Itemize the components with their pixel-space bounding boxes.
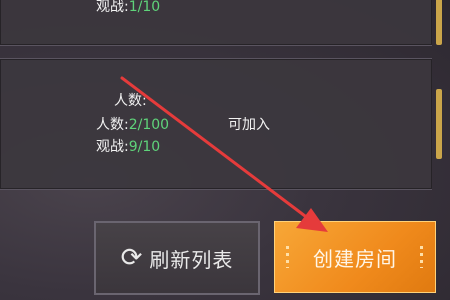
room-card-accent	[436, 0, 442, 45]
room-1-spectators-value: 1/10	[128, 0, 161, 15]
room-card-2[interactable]	[0, 58, 442, 190]
room-2-header-label: 人数:	[114, 93, 147, 109]
room-2-players-value: 2/100	[128, 117, 170, 133]
create-button-decoration-left	[286, 246, 289, 268]
room-card-accent	[436, 89, 442, 159]
room-1-spectators-label: 观战:	[96, 0, 129, 15]
create-room-label: 创建房间	[313, 246, 397, 271]
room-2-spectators-label: 观战:	[96, 139, 129, 155]
room-2-spectators-value: 9/10	[128, 139, 161, 155]
room-2-status: 可加入	[228, 117, 270, 133]
room-2-players: 人数:2/100	[96, 114, 169, 134]
room-card-1[interactable]	[0, 0, 442, 46]
refresh-icon: ⟳	[120, 243, 144, 273]
create-button-decoration-right	[420, 246, 423, 268]
room-2-players-label: 人数:	[96, 117, 129, 133]
room-1-spectators: 观战:1/10	[96, 0, 160, 16]
refresh-list-button[interactable]: ⟳ 刷新列表	[94, 221, 260, 295]
create-room-button[interactable]: 创建房间	[274, 221, 436, 293]
room-2-spectators: 观战:9/10	[96, 136, 160, 156]
refresh-list-label: 刷新列表	[149, 247, 234, 272]
